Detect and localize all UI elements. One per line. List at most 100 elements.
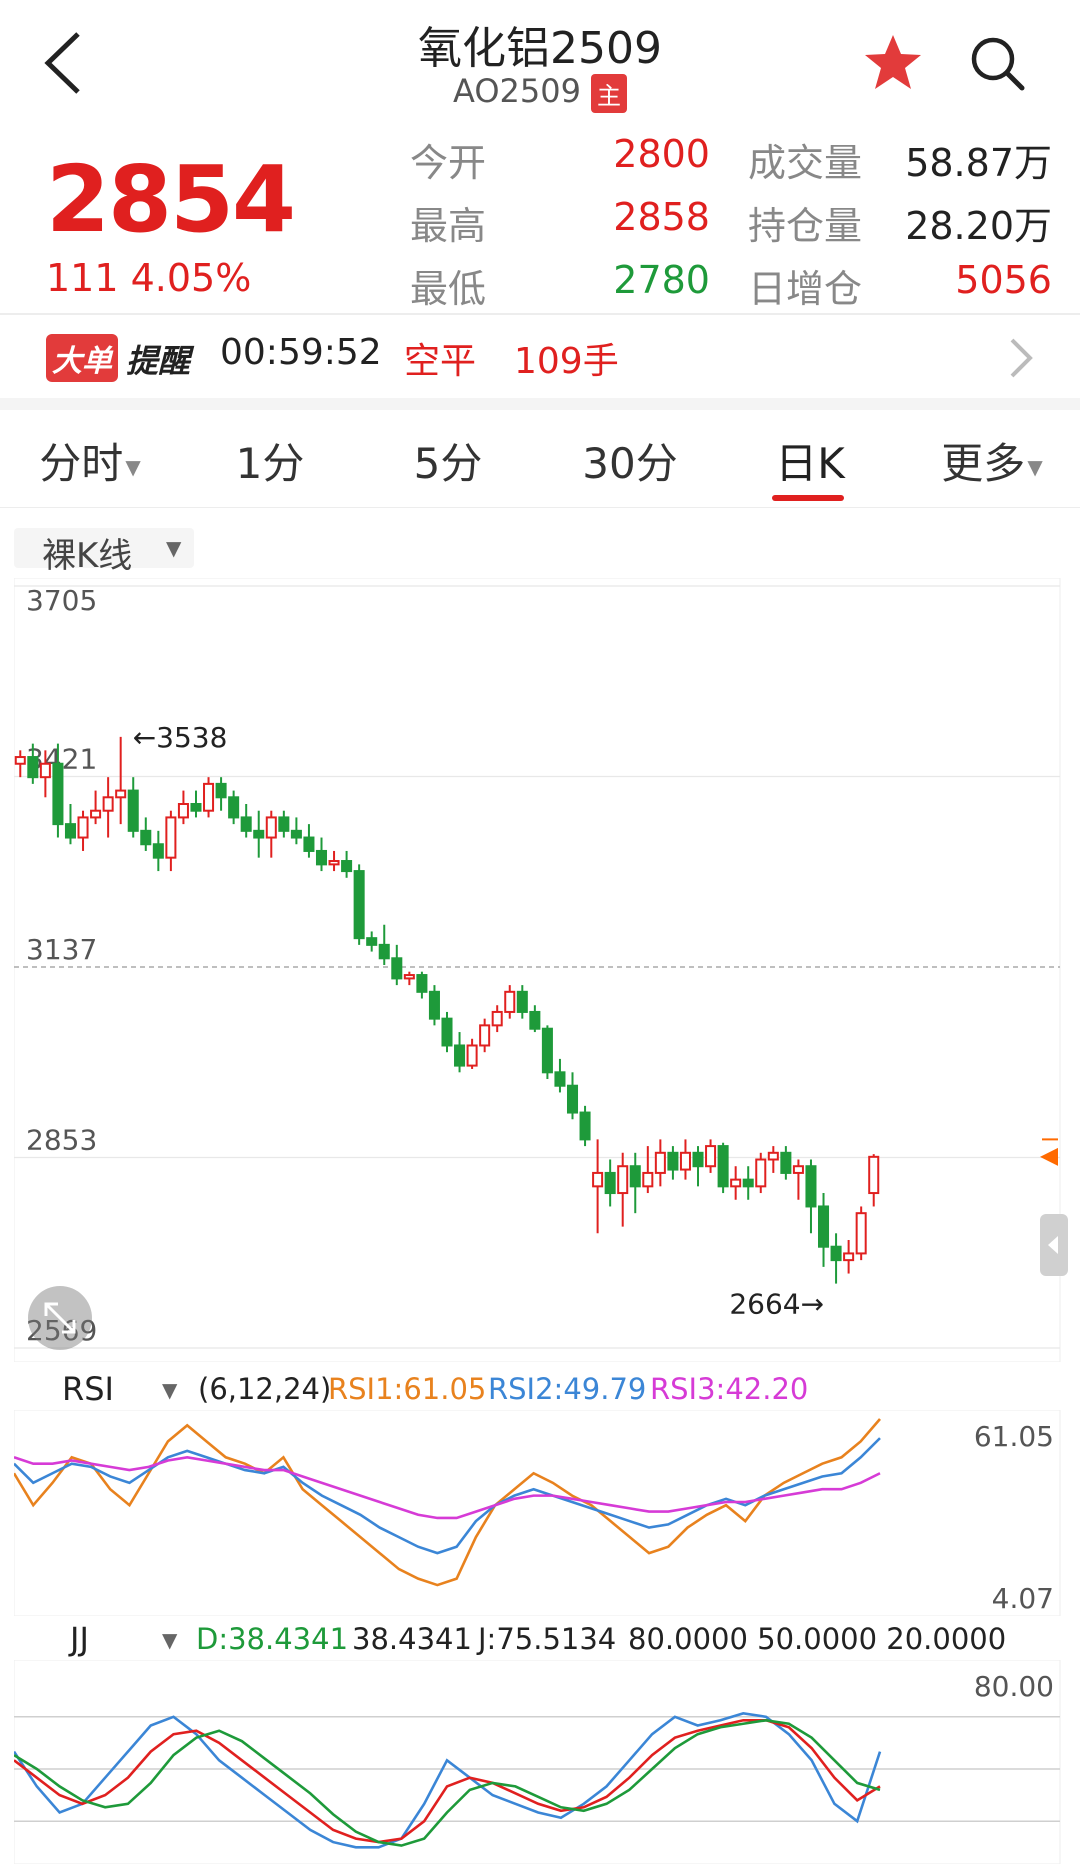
rsi-params: (6,12,24) [198, 1372, 332, 1406]
tab-daily-k[interactable]: 日K [760, 430, 860, 491]
tab-label: 1分 [235, 439, 305, 488]
tab-label: 日K [775, 439, 845, 488]
candle-body [378, 943, 390, 960]
candle-body [341, 860, 353, 873]
stat-value: 5056 [955, 258, 1052, 302]
candle-body [479, 1024, 491, 1047]
caret-down-icon[interactable]: ▼ [162, 1378, 177, 1402]
candle-body [290, 829, 302, 839]
j-line [14, 1718, 881, 1844]
rsi1-value: RSI1:61.05 [328, 1372, 487, 1406]
stat-value: 2800 [613, 132, 710, 176]
candle-body [90, 809, 102, 819]
candle-body [403, 974, 415, 980]
high-price-marker: ←3538 [133, 721, 228, 754]
divider [0, 313, 1080, 315]
candle-body [441, 1017, 453, 1047]
candle-body [64, 823, 76, 839]
contract-code-text: AO2509 [453, 72, 581, 110]
kline-chart[interactable]: 37053421313728532569←35382664→ [14, 578, 1066, 1362]
tab-1min[interactable]: 1分 [220, 430, 320, 491]
candle-body [165, 816, 177, 859]
candle-body [692, 1151, 704, 1168]
candle-body [855, 1212, 867, 1255]
candle-body [617, 1165, 629, 1195]
candle-body [152, 843, 164, 859]
y-axis-label: 3137 [26, 933, 97, 966]
chart-side-handle[interactable] [1040, 1214, 1068, 1276]
y-axis-label: 3705 [26, 584, 97, 617]
candle-body [190, 803, 202, 812]
candle-body [629, 1165, 641, 1188]
candle-body [654, 1151, 666, 1174]
chevron-right-icon[interactable] [1006, 336, 1036, 380]
stat-value: 2780 [613, 258, 710, 302]
kline-mode-select[interactable]: 裸K线 ▼ [14, 528, 194, 576]
candle-body [667, 1151, 679, 1171]
d-value: D:38.4341 [196, 1622, 349, 1656]
candle-body [679, 1151, 691, 1171]
candle-body [315, 849, 328, 866]
search-icon[interactable] [968, 34, 1026, 92]
rsi3-line [14, 1455, 881, 1520]
tab-30min[interactable]: 30分 [570, 430, 690, 491]
candle-body [77, 816, 89, 839]
candle-body [177, 803, 189, 819]
candle-body [767, 1151, 779, 1161]
candle-body [278, 816, 290, 832]
candle-body [566, 1084, 579, 1114]
stat-label: 最低 [410, 267, 487, 311]
tab-label: 5分 [413, 439, 483, 488]
tab-more[interactable]: 更多 ▼ [922, 430, 1062, 491]
caret-down-icon[interactable]: ▼ [162, 1628, 177, 1652]
candle-body [39, 762, 51, 779]
tab-label: 更多 [941, 439, 1026, 488]
tab-label: 分时 [39, 439, 124, 488]
candle-body [353, 870, 365, 940]
divider [0, 507, 1080, 508]
candle-body [328, 860, 340, 866]
caret-down-icon: ▼ [166, 536, 182, 560]
rsi-chart[interactable]: 61.05 4.07 [14, 1410, 1066, 1616]
rsi2-line [14, 1437, 881, 1555]
big-order-alert-badge: 大单 提醒 [46, 334, 190, 382]
favorite-star-icon[interactable] [862, 32, 924, 94]
candle-body [730, 1178, 742, 1188]
section-gap [0, 398, 1080, 410]
candle-body [541, 1027, 553, 1074]
candle-body [140, 829, 152, 846]
candle-body [491, 1010, 503, 1027]
jj-chart[interactable]: 80.00 [14, 1660, 1066, 1864]
alert-time: 00:59:52 [220, 332, 382, 373]
candle-body [115, 789, 127, 799]
candle-body [792, 1165, 804, 1174]
candle-body [780, 1151, 792, 1174]
candle-body [253, 829, 265, 839]
stat-value: 28.20万 [905, 204, 1052, 248]
k-line [14, 1711, 882, 1849]
candle-body [705, 1145, 717, 1168]
last-price-pointer [1040, 1147, 1058, 1166]
candle-body [454, 1044, 466, 1067]
tab-fenshi[interactable]: 分时 ▼ [30, 430, 150, 491]
kline-mode-label: 裸K线 [42, 536, 133, 576]
y-top-label: 61.05 [974, 1420, 1054, 1453]
candle-body [830, 1245, 842, 1262]
candle-body [868, 1155, 880, 1195]
fullscreen-expand-icon[interactable] [28, 1286, 92, 1350]
stat-value: 2858 [613, 195, 710, 239]
tab-5min[interactable]: 5分 [398, 430, 498, 491]
candle-body [240, 816, 252, 832]
candle-body [127, 789, 139, 832]
jj-title: JJ [70, 1620, 89, 1658]
candle-body [717, 1145, 729, 1188]
candle-body [805, 1165, 817, 1208]
candle-body [203, 782, 215, 812]
caret-down-icon: ▼ [125, 454, 141, 479]
rsi-title: RSI [62, 1370, 114, 1408]
y-axis-label: 2853 [26, 1124, 97, 1157]
rsi-header: RSI ▼ (6,12,24) RSI1:61.05 RSI2:49.79 RS… [62, 1370, 1062, 1414]
candle-body [428, 990, 440, 1020]
candle-body [554, 1071, 566, 1087]
quote-stats: 今开 2800 成交量 58.87万 最高 2858 持仓量 28.20万 最低… [410, 132, 1060, 321]
